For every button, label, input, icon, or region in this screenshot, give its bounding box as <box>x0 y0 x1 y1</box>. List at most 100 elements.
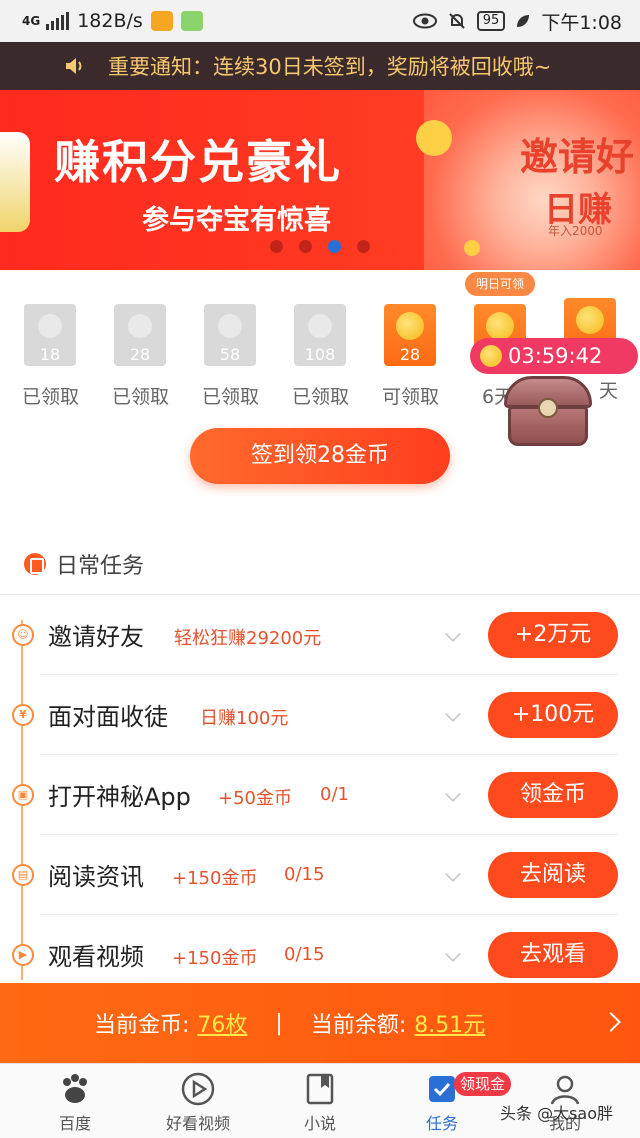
day-coins: 108 <box>304 345 336 364</box>
checkin-day: 108 已领取 <box>292 304 350 409</box>
task-action-button[interactable]: +100元 <box>488 692 618 738</box>
chevron-down-icon[interactable] <box>445 946 461 962</box>
status-bar: 4G 182B/s 95 下午1:08 <box>0 0 640 42</box>
pagination-dot[interactable] <box>357 240 370 253</box>
eye-icon <box>412 13 437 29</box>
notification-app-icon-2 <box>180 11 203 31</box>
checkin-day: 18 已领取 <box>22 304 80 409</box>
play-icon <box>181 1072 215 1106</box>
play-icon: ▶ <box>12 944 34 966</box>
pagination-dot[interactable] <box>270 240 283 253</box>
task-row[interactable]: ▣ 打开神秘App +50金币 0/1 领金币 <box>0 755 640 835</box>
timer-text: 03:59:42 <box>508 344 603 368</box>
tab-novel[interactable]: 小说 <box>265 1072 375 1134</box>
check-icon <box>218 314 242 338</box>
day-coins: 58 <box>219 345 241 364</box>
task-list-icon <box>24 553 46 575</box>
task-progress: 0/15 <box>284 864 325 885</box>
chevron-down-icon[interactable] <box>445 866 461 882</box>
watermark: 头条 @大sao胖 <box>500 1104 614 1123</box>
banner-pagination <box>270 240 370 253</box>
banner-title: 赚积分兑豪礼 <box>54 135 342 189</box>
coin-icon <box>464 240 480 256</box>
check-icon <box>308 314 332 338</box>
coin-icon <box>480 345 502 367</box>
task-action-button[interactable]: 去阅读 <box>488 852 618 898</box>
pagination-dot-active[interactable] <box>328 240 341 253</box>
task-reward: +150金币 <box>172 868 258 889</box>
treasure-timer: 03:59:42 <box>470 338 638 374</box>
sign-in-button[interactable]: 签到领28金币 <box>190 428 450 484</box>
chevron-down-icon[interactable] <box>445 626 461 642</box>
balance-value[interactable]: 8.51元 <box>414 1007 485 1039</box>
check-icon <box>128 314 152 338</box>
check-task-icon <box>425 1072 459 1106</box>
task-reward: 轻松狂赚29200元 <box>174 628 322 649</box>
day-status: 可领取 <box>382 386 440 408</box>
day-status: 已领取 <box>112 386 170 408</box>
day-status: 已领取 <box>22 386 80 408</box>
coin-icon <box>416 120 452 156</box>
doc-icon: ▤ <box>12 864 34 886</box>
task-row[interactable]: ¥ 面对面收徒 日赚100元 +100元 <box>0 675 640 755</box>
check-icon <box>38 314 62 338</box>
day-status: 已领取 <box>292 386 350 408</box>
book-icon <box>303 1072 337 1106</box>
task-action-button[interactable]: 领金币 <box>488 772 618 818</box>
task-row[interactable]: ▤ 阅读资讯 +150金币 0/15 去阅读 <box>0 835 640 915</box>
section-title: 日常任务 <box>56 554 145 579</box>
chevron-down-icon[interactable] <box>445 786 461 802</box>
pagination-dot[interactable] <box>299 240 312 253</box>
battery-indicator: 95 <box>476 11 506 31</box>
task-name: 阅读资讯 <box>48 863 144 891</box>
user-icon: ☺ <box>12 624 34 646</box>
task-row[interactable]: ☺ 邀请好友 轻松狂赚29200元 +2万元 <box>0 595 640 675</box>
yen-icon: ¥ <box>12 704 34 726</box>
treasure-chest-icon[interactable] <box>500 376 596 446</box>
section-header: 日常任务 <box>24 548 144 580</box>
baidu-paw-icon <box>58 1072 92 1106</box>
task-name: 面对面收徒 <box>48 703 168 731</box>
task-progress: 0/1 <box>320 784 349 805</box>
promo-banner[interactable]: 赚积分兑豪礼 参与夺宝有惊喜 邀请好 日赚 年入2000 <box>0 90 640 270</box>
tab-video[interactable]: 好看视频 <box>143 1072 253 1134</box>
chevron-down-icon[interactable] <box>445 706 461 722</box>
checkin-day[interactable]: 28 可领取 <box>382 304 440 409</box>
status-right: 95 下午1:08 <box>412 8 622 35</box>
checkin-day: 58 已领取 <box>202 304 260 409</box>
banner-next-small: 年入2000 <box>548 224 603 238</box>
banner-prev-card <box>0 132 30 232</box>
tab-label: 好看视频 <box>165 1114 230 1133</box>
day-coins: 28 <box>129 345 151 364</box>
banner-next-title: 邀请好 <box>520 135 635 179</box>
task-action-button[interactable]: +2万元 <box>488 612 618 658</box>
coin-icon <box>486 312 514 340</box>
chevron-right-icon[interactable] <box>601 1012 621 1032</box>
signal-icon <box>46 12 70 30</box>
notice-bar[interactable]: 重要通知：连续30日未签到，奖励将被回收哦~ <box>0 42 640 90</box>
notice-text: 重要通知：连续30日未签到，奖励将被回收哦~ <box>108 55 552 79</box>
tab-label: 百度 <box>58 1114 91 1133</box>
task-name: 观看视频 <box>48 943 144 971</box>
tab-baidu[interactable]: 百度 <box>20 1072 130 1134</box>
checkin-day: 28 已领取 <box>112 304 170 409</box>
coin-balance-bar[interactable]: 当前金币: 76枚 | 当前余额: 8.51元 <box>0 983 640 1063</box>
coin-icon <box>576 306 604 334</box>
mute-bell-icon <box>449 13 465 29</box>
day-status: 已领取 <box>202 386 260 408</box>
day-coins: 28 <box>399 345 421 364</box>
tomorrow-tag: 明日可领 <box>465 272 535 296</box>
tab-label: 小说 <box>303 1114 336 1133</box>
tab-label: 任务 <box>425 1114 458 1133</box>
balance-label: 当前余额: <box>310 1013 407 1038</box>
coins-value[interactable]: 76枚 <box>197 1007 247 1039</box>
banner-subtitle: 参与夺宝有惊喜 <box>142 205 331 236</box>
network-speed: 182B/s <box>77 10 143 32</box>
leaf-icon <box>517 15 530 27</box>
checkin-panel: 18 已领取 28 已领取 58 已领取 108 已领取 28 可领取 6天 天… <box>0 270 640 500</box>
cash-badge[interactable]: 领现金 <box>454 1072 512 1096</box>
day-coins: 18 <box>39 345 61 364</box>
app-screen: 4G 182B/s 95 下午1:08 重要通知：连续30日未签到，奖励将被回收… <box>0 0 640 1138</box>
app-icon: ▣ <box>12 784 34 806</box>
task-action-button[interactable]: 去观看 <box>488 932 618 978</box>
